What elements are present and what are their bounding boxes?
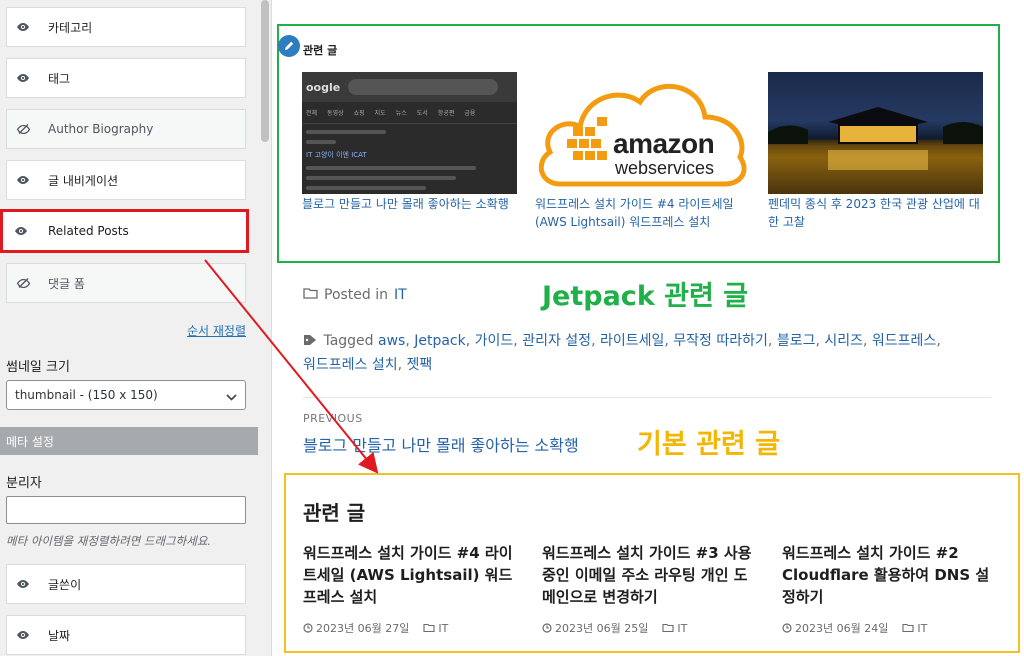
separator-label: 분리자 xyxy=(6,476,42,491)
section-item-author-biography[interactable]: Author Biography xyxy=(6,109,246,149)
basic-related-meta: 2023년 06월 24일 IT xyxy=(782,620,927,636)
clock-icon xyxy=(542,623,552,633)
eye-icon[interactable] xyxy=(7,631,39,639)
thumbnail-size-value: thumbnail - (150 x 150) xyxy=(15,388,158,402)
jetpack-related-card[interactable]: amazon webservices 워드프레스 설치 가이드 #4 라이트세일… xyxy=(535,72,750,231)
meta-item-author[interactable]: 글쓴이 xyxy=(6,564,246,604)
jetpack-related-title[interactable]: 워드프레스 설치 가이드 #4 라이트세일 (AWS Lightsail) 워드… xyxy=(535,195,750,231)
tag-link[interactable]: 가이드 xyxy=(475,333,514,349)
aws-logo-subtext: webservices xyxy=(615,158,715,178)
tag-link[interactable]: aws xyxy=(378,333,405,349)
folder-icon xyxy=(303,287,318,303)
settings-panel: 카테고리 태그 Author Biography 글 내비게이션 Related… xyxy=(0,0,258,656)
previous-post-link[interactable]: 블로그 만들고 나만 몰래 좋아하는 소확행 xyxy=(303,432,579,456)
basic-related-title[interactable]: 워드프레스 설치 가이드 #3 사용중인 이메일 주소 라우팅 개인 도메인으로… xyxy=(542,542,758,608)
meta-settings-title: 메타 설정 xyxy=(6,434,54,449)
basic-related-title[interactable]: 워드프레스 설치 가이드 #2 Cloudflare 활용하여 DNS 설정하기 xyxy=(782,542,998,608)
meta-help-text: 메타 아이템을 재정렬하려면 드래그하세요. xyxy=(6,534,212,548)
jetpack-related-card[interactable]: oogle 전체 동영상 쇼핑 지도 뉴스 도서 항공편 금융 IT 고양이 이엔 ICAT … xyxy=(302,72,517,213)
section-item-label: 태그 xyxy=(48,71,71,86)
tag-link[interactable]: Jetpack xyxy=(414,333,466,349)
jetpack-annotation-label: Jetpack 관련 글 xyxy=(542,281,749,312)
google-logo: oogle xyxy=(306,80,341,94)
tag-link[interactable]: 워드프레스 xyxy=(872,333,936,349)
post-date: 2023년 06월 27일 xyxy=(316,622,410,635)
scrollbar[interactable] xyxy=(258,0,272,656)
post-category[interactable]: IT xyxy=(438,622,448,635)
meta-item-date[interactable]: 날짜 xyxy=(6,615,246,655)
thumbnail-size-select[interactable]: thumbnail - (150 x 150) xyxy=(6,380,246,410)
tag-link[interactable]: 시리즈 xyxy=(824,333,863,349)
jetpack-related-title[interactable]: 블로그 만들고 나만 몰래 좋아하는 소확행 xyxy=(302,195,517,213)
section-item-label: Author Biography xyxy=(48,122,154,136)
basic-related-card[interactable]: 워드프레스 설치 가이드 #2 Cloudflare 활용하여 DNS 설정하기… xyxy=(782,542,998,635)
basic-related-meta: 2023년 06월 27일 IT xyxy=(303,620,448,636)
tag-icon xyxy=(303,333,319,349)
clock-icon xyxy=(782,623,792,633)
previous-label: PREVIOUS xyxy=(303,412,363,425)
posted-in-category[interactable]: IT xyxy=(394,287,407,303)
post-date: 2023년 06월 24일 xyxy=(795,622,889,635)
google-tabs: 전체 동영상 쇼핑 지도 뉴스 도서 항공편 금융 xyxy=(302,102,517,124)
post-thumbnail[interactable]: oogle 전체 동영상 쇼핑 지도 뉴스 도서 항공편 금융 IT 고양이 이엔 ICAT xyxy=(302,72,517,194)
eye-icon[interactable] xyxy=(7,74,39,82)
eye-hidden-icon[interactable] xyxy=(7,124,39,134)
separator-input[interactable] xyxy=(6,496,246,524)
basic-related-heading: 관련 글 xyxy=(303,501,366,525)
section-item-post-navigation[interactable]: 글 내비게이션 xyxy=(6,160,246,200)
folder-icon xyxy=(902,623,914,633)
tagged-prefix: Tagged xyxy=(323,333,374,349)
posted-in-prefix: Posted in xyxy=(324,287,389,303)
post-category[interactable]: IT xyxy=(677,622,687,635)
eye-hidden-icon[interactable] xyxy=(7,278,39,288)
posted-in: Posted in IT xyxy=(303,287,407,303)
folder-icon xyxy=(423,623,435,633)
eye-icon[interactable] xyxy=(3,227,39,235)
aws-logo-text: amazon xyxy=(613,128,715,159)
post-thumbnail[interactable] xyxy=(768,72,983,194)
section-item-tag[interactable]: 태그 xyxy=(6,58,246,98)
meta-item-label: 글쓴이 xyxy=(48,577,82,592)
section-item-label: Related Posts xyxy=(48,224,129,238)
jetpack-related-heading: 관련 글 xyxy=(303,44,338,57)
divider xyxy=(303,397,991,398)
eye-icon[interactable] xyxy=(7,23,39,31)
eye-icon[interactable] xyxy=(7,176,39,184)
basic-related-title[interactable]: 워드프레스 설치 가이드 #4 라이트세일 (AWS Lightsail) 워드… xyxy=(303,542,519,608)
basic-annotation-label: 기본 관련 글 xyxy=(637,429,780,460)
tag-list: Tagged aws, Jetpack, 가이드, 관리자 설정, 라이트세일,… xyxy=(303,333,941,373)
tag-link[interactable]: 라이트세일 xyxy=(600,333,664,349)
tag-link[interactable]: 젯팩 xyxy=(407,357,433,373)
eye-icon[interactable] xyxy=(7,580,39,588)
scrollbar-thumb[interactable] xyxy=(261,0,269,142)
post-date: 2023년 06월 25일 xyxy=(555,622,649,635)
tag-link[interactable]: 무작정 따라하기 xyxy=(673,333,768,349)
jetpack-related-card[interactable]: 펜데믹 종식 후 2023 한국 관광 산업에 대한 고찰 xyxy=(768,72,983,231)
basic-related-card[interactable]: 워드프레스 설치 가이드 #4 라이트세일 (AWS Lightsail) 워드… xyxy=(303,542,519,635)
basic-related-meta: 2023년 06월 25일 IT xyxy=(542,620,687,636)
clock-icon xyxy=(303,623,313,633)
meta-item-label: 날짜 xyxy=(48,628,71,643)
folder-icon xyxy=(662,623,674,633)
meta-settings-header: 메타 설정 xyxy=(0,427,258,455)
thumbnail-size-label: 썸네일 크기 xyxy=(6,360,70,375)
tag-link[interactable]: 관리자 설정 xyxy=(522,333,591,349)
section-item-related-posts[interactable]: Related Posts xyxy=(0,209,249,253)
reorder-link[interactable]: 순서 재정렬 xyxy=(187,322,246,339)
post-thumbnail[interactable]: amazon webservices xyxy=(535,72,750,194)
pencil-icon[interactable] xyxy=(278,35,300,57)
section-item-label: 댓글 폼 xyxy=(48,276,85,291)
post-category[interactable]: IT xyxy=(917,622,927,635)
section-item-comment-form[interactable]: 댓글 폼 xyxy=(6,263,246,303)
chevron-down-icon xyxy=(226,390,237,404)
jetpack-related-title[interactable]: 펜데믹 종식 후 2023 한국 관광 산업에 대한 고찰 xyxy=(768,195,983,231)
tag-link[interactable]: 블로그 xyxy=(777,333,816,349)
google-result-link: IT 고양이 이엔 ICAT xyxy=(306,151,367,159)
section-item-category[interactable]: 카테고리 xyxy=(6,7,246,47)
section-item-label: 카테고리 xyxy=(48,20,93,35)
section-item-label: 글 내비게이션 xyxy=(48,173,119,188)
basic-related-card[interactable]: 워드프레스 설치 가이드 #3 사용중인 이메일 주소 라우팅 개인 도메인으로… xyxy=(542,542,758,635)
tag-link[interactable]: 워드프레스 설치 xyxy=(303,357,398,373)
